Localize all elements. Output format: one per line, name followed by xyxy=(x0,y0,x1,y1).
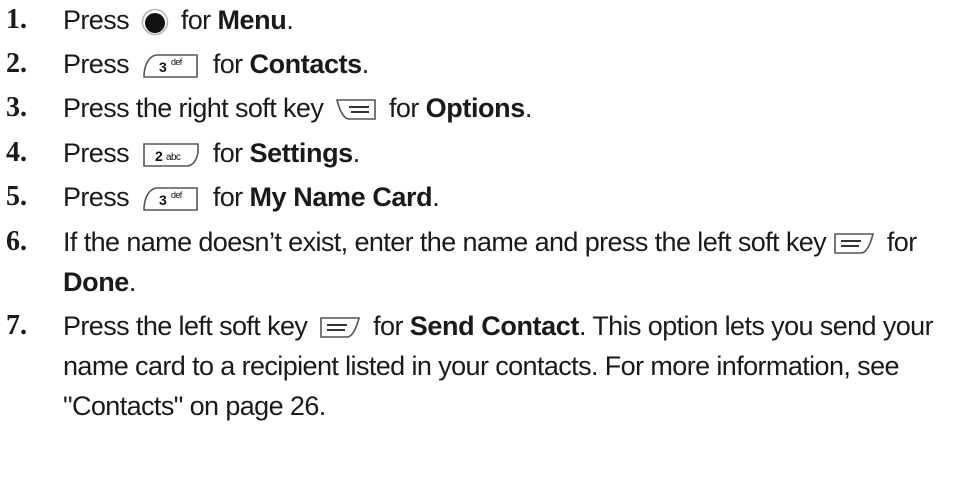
step-target: Done xyxy=(63,267,129,297)
step-number: 1. xyxy=(6,4,27,35)
step-text-end: . xyxy=(286,5,294,35)
key-letters: abc xyxy=(166,152,181,163)
left-soft-key-icon xyxy=(319,315,361,341)
step-target: Options xyxy=(425,93,526,123)
step-text: for xyxy=(212,182,243,212)
instruction-document: 1. Press for Menu. 2. Press 3 def for Co… xyxy=(0,0,959,479)
step-number: 3. xyxy=(6,92,27,123)
key-3-def-icon: 3 def xyxy=(141,185,201,213)
step-text: for xyxy=(886,227,917,257)
step-number: 6. xyxy=(6,226,27,257)
step-text: Press xyxy=(63,138,130,168)
step-text: Press xyxy=(63,5,130,35)
step-text: Press the right soft key xyxy=(63,93,324,123)
key-3-def-icon: 3 def xyxy=(141,52,201,80)
step-target: Menu xyxy=(217,5,287,35)
step-text: Press the left soft key xyxy=(63,311,308,341)
step-text-end: . xyxy=(524,93,532,123)
key-letters: def xyxy=(171,57,183,67)
step-number: 7. xyxy=(6,310,27,341)
step-text: for xyxy=(212,138,243,168)
step-text: for xyxy=(212,49,243,79)
key-letters: def xyxy=(171,190,183,200)
step-text-end: . xyxy=(361,49,369,79)
step-target: My Name Card xyxy=(249,182,433,212)
step-number: 4. xyxy=(6,137,27,168)
step-number: 5. xyxy=(6,181,27,212)
step-text: for xyxy=(389,93,419,123)
step-text-end: . xyxy=(128,267,136,297)
key-2-abc-icon: 2 abc xyxy=(141,141,201,169)
step-target: Contacts xyxy=(249,49,362,79)
step-number: 2. xyxy=(6,48,27,79)
key-digit: 3 xyxy=(159,59,167,75)
left-soft-key-icon xyxy=(833,231,875,257)
center-key-icon xyxy=(141,8,169,36)
step-text-end: . xyxy=(432,182,440,212)
step-text: for xyxy=(373,311,403,341)
key-digit: 2 xyxy=(155,148,163,164)
step-text: Press xyxy=(63,182,130,212)
step-text: Press xyxy=(63,49,130,79)
step-text: for xyxy=(180,5,211,35)
right-soft-key-icon xyxy=(335,97,377,123)
key-digit: 3 xyxy=(159,192,167,208)
step-text: If the name doesn’t exist, enter the nam… xyxy=(63,227,827,257)
step-target: Send Contact xyxy=(409,311,580,341)
step-text-end: . xyxy=(352,138,360,168)
step-target: Settings xyxy=(249,138,353,168)
